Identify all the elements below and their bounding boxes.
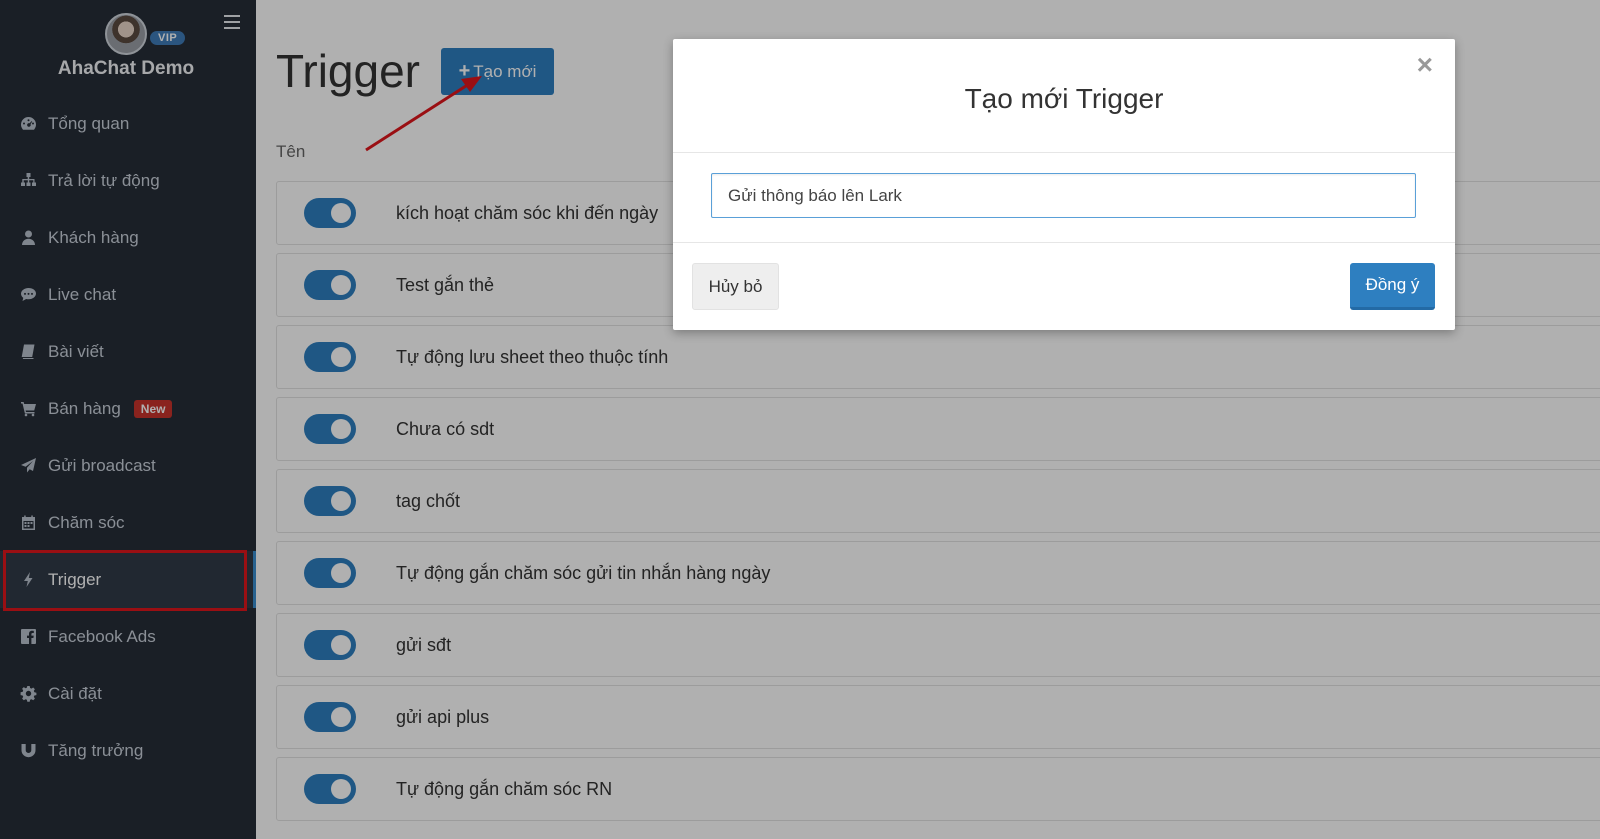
modal-header: Tạo mới Trigger × — [673, 39, 1455, 153]
close-icon[interactable]: × — [1417, 49, 1433, 81]
trigger-name-input[interactable] — [711, 173, 1416, 218]
cancel-button[interactable]: Hủy bỏ — [692, 263, 779, 310]
create-trigger-modal: Tạo mới Trigger × Hủy bỏ Đồng ý — [673, 39, 1455, 330]
modal-footer: Hủy bỏ Đồng ý — [673, 243, 1455, 329]
modal-title: Tạo mới Trigger — [964, 83, 1164, 114]
modal-body — [673, 153, 1455, 243]
confirm-button[interactable]: Đồng ý — [1350, 263, 1435, 310]
